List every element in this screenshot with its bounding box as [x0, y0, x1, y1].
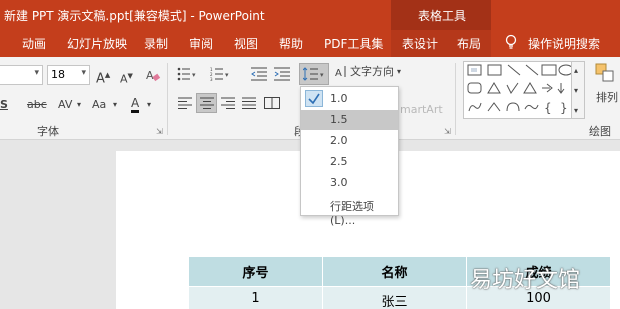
convert-to-smartart-button[interactable]: martArt [400, 103, 443, 117]
font-group-label: 字体 [37, 125, 59, 138]
tab-review[interactable]: 审阅 [189, 35, 213, 52]
group-divider [167, 63, 168, 135]
shapes-grid: { } [467, 64, 574, 115]
line-spacing-menu: 1.0 1.5 2.0 2.5 3.0 行距选项(L)... [300, 86, 399, 227]
align-center-button[interactable] [196, 93, 217, 113]
more-icon[interactable]: ▾ [574, 104, 578, 118]
columns-icon[interactable] [264, 97, 280, 113]
table-cell[interactable]: 张三 [322, 286, 467, 309]
table-tools-label: 表格工具 [418, 9, 467, 23]
text-direction-icon[interactable]: A [335, 65, 347, 83]
svg-text:A: A [146, 69, 154, 82]
table-header-cell[interactable]: 序号 [188, 256, 323, 287]
tab-table-design[interactable]: 表设计 [402, 35, 438, 52]
numbering-icon[interactable]: 1 2 3 ▾ [210, 67, 232, 85]
menu-item-label: 行距选项(L)... [330, 200, 374, 227]
text-direction-label[interactable]: 文字方向 [350, 65, 394, 79]
arrange-label[interactable]: 排列 [596, 91, 618, 105]
shadow-button[interactable]: S [0, 98, 8, 112]
watermark: 易坊好文馆 [470, 268, 581, 293]
window-title: 新建 PPT 演示文稿.ppt[兼容模式] - PowerPoint [4, 9, 265, 23]
svg-text:3: 3 [210, 77, 213, 81]
font-size-value: 18 [51, 68, 65, 81]
chevron-down-icon[interactable]: ▾ [397, 65, 401, 79]
chevron-down-icon[interactable]: ▾ [77, 98, 81, 112]
tab-pdf-tools[interactable]: PDF工具集 [324, 35, 383, 52]
svg-text:▾: ▾ [225, 71, 229, 79]
menu-item-line-spacing-options[interactable]: 行距选项(L)... [301, 195, 398, 227]
table-cell[interactable]: 1 [188, 286, 323, 309]
change-case-button[interactable]: Aa [92, 98, 106, 112]
line-spacing-icon: ▾ [302, 67, 325, 85]
increase-indent-icon[interactable] [274, 67, 290, 85]
menu-item-label: 2.0 [330, 134, 348, 147]
svg-text:}: } [560, 101, 568, 115]
menu-item-label: 1.0 [330, 92, 348, 105]
svg-text:{: { [544, 101, 552, 115]
menu-item-label: 3.0 [330, 176, 348, 189]
arrange-icon[interactable] [595, 63, 615, 89]
character-spacing-button[interactable]: AV [58, 98, 72, 112]
menu-item-line-spacing-2-5[interactable]: 2.5 [301, 152, 398, 172]
tab-view[interactable]: 视图 [234, 35, 258, 52]
gallery-scrollbar[interactable]: ▴ ▾ ▾ [571, 61, 585, 119]
font-dialog-launcher-icon[interactable]: ⇲ [156, 127, 163, 136]
tab-help[interactable]: 帮助 [279, 35, 303, 52]
align-right-icon[interactable] [221, 97, 235, 113]
drawing-group-label: 绘图 [589, 125, 611, 138]
strikethrough-button[interactable]: abc [27, 98, 47, 112]
chevron-down-icon: ▾ [34, 68, 39, 78]
tab-animations[interactable]: 动画 [22, 35, 46, 52]
clear-formatting-icon[interactable]: A [145, 67, 161, 87]
menu-item-label: 2.5 [330, 155, 348, 168]
svg-text:A: A [335, 68, 342, 79]
chevron-down-icon[interactable]: ▾ [113, 98, 117, 112]
table-tools-context: 表格工具 [391, 0, 491, 30]
justify-icon[interactable] [242, 97, 256, 113]
font-name-combo[interactable]: ▾ [0, 65, 43, 85]
align-center-icon [200, 97, 214, 113]
menu-item-label: 1.5 [330, 113, 348, 126]
menu-item-line-spacing-3-0[interactable]: 3.0 [301, 173, 398, 193]
svg-text:▾: ▾ [192, 71, 196, 79]
bullets-icon[interactable]: ▾ [177, 67, 199, 85]
tab-slideshow[interactable]: 幻灯片放映 [67, 35, 127, 52]
check-icon [305, 90, 323, 107]
chevron-down-icon[interactable]: ▾ [147, 98, 151, 112]
svg-text:▾: ▾ [320, 71, 324, 79]
menu-item-line-spacing-1-5[interactable]: 1.5 [301, 110, 398, 130]
chevron-down-icon[interactable]: ▾ [574, 84, 578, 98]
font-size-combo[interactable]: 18 ▾ [47, 65, 90, 85]
paragraph-dialog-launcher-icon[interactable]: ⇲ [444, 127, 451, 136]
ribbon-tabs: 动画 幻灯片放映 录制 审阅 视图 帮助 PDF工具集 表设计 布局 操作说明搜… [0, 30, 620, 57]
line-spacing-button[interactable]: ▾ [299, 63, 329, 85]
font-color-button[interactable]: A [131, 96, 140, 113]
tab-layout[interactable]: 布局 [457, 35, 481, 52]
lightbulb-icon [504, 34, 518, 53]
align-left-icon[interactable] [178, 97, 192, 113]
chevron-down-icon: ▾ [81, 68, 86, 78]
chevron-up-icon[interactable]: ▴ [574, 64, 578, 78]
shape-gallery[interactable]: { } [463, 61, 585, 119]
tab-record[interactable]: 录制 [144, 35, 168, 52]
shrink-font-icon[interactable]: A▼ [120, 69, 133, 87]
tell-me-search[interactable]: 操作说明搜索 [528, 35, 600, 52]
group-divider [455, 63, 456, 135]
decrease-indent-icon[interactable] [251, 67, 267, 85]
grow-font-icon[interactable]: A▲ [96, 68, 110, 86]
menu-item-line-spacing-1-0[interactable]: 1.0 [301, 89, 398, 109]
table-header-cell[interactable]: 名称 [322, 256, 467, 287]
menu-item-line-spacing-2-0[interactable]: 2.0 [301, 131, 398, 151]
title-bar: 新建 PPT 演示文稿.ppt[兼容模式] - PowerPoint 表格工具 [0, 0, 620, 30]
